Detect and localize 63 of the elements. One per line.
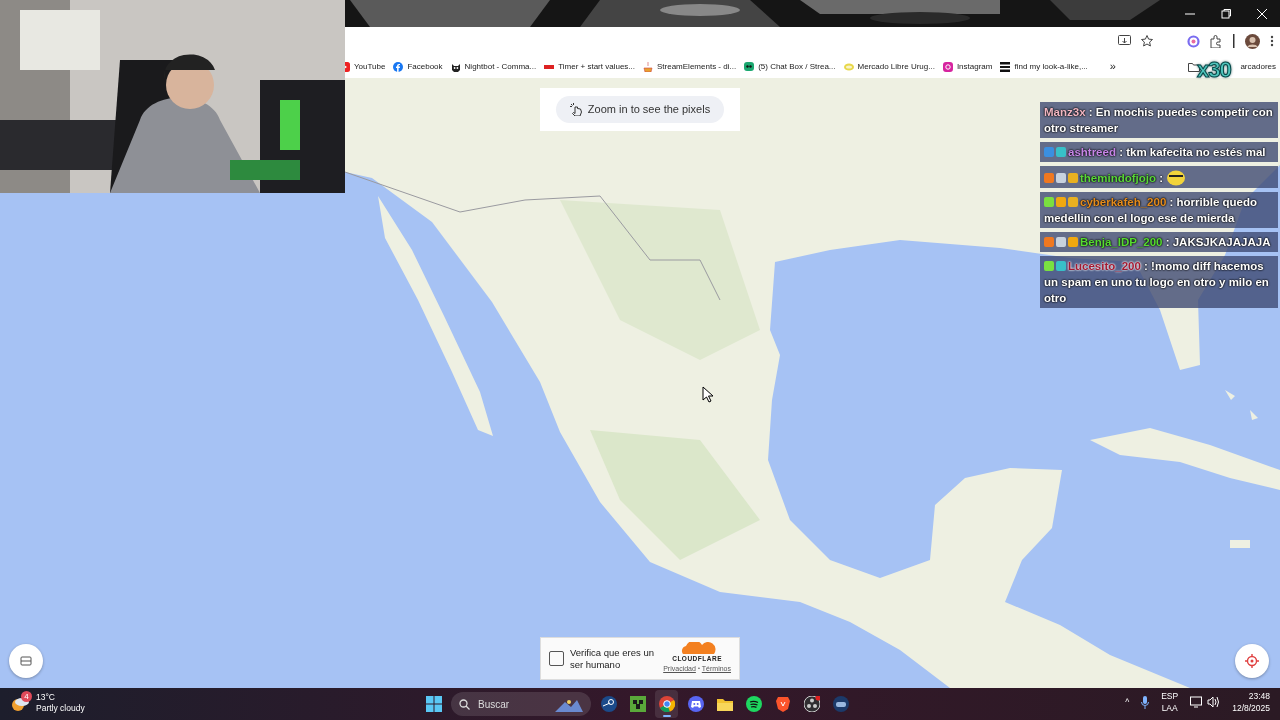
extension-icon[interactable]: [1187, 34, 1200, 48]
search-icon: [459, 698, 470, 710]
crosshair-icon: [1245, 654, 1259, 668]
puzzle-icon[interactable]: [1210, 34, 1223, 48]
bookmark-link[interactable]: YouTube: [354, 60, 386, 73]
captcha-label: Verifica que eres un ser humano: [570, 646, 655, 671]
close-icon[interactable]: [1257, 8, 1267, 19]
bookmark-link[interactable]: Facebook: [407, 60, 443, 73]
bookmark-link[interactable]: find my look-a-like,...: [1014, 60, 1088, 73]
microphone-icon[interactable]: [1141, 695, 1150, 709]
checkbox[interactable]: [549, 651, 564, 666]
avatar-icon[interactable]: [1245, 33, 1260, 49]
chrome-icon: [658, 696, 675, 712]
bookmark-link[interactable]: Nightbot - Comma...: [464, 60, 537, 73]
temperature: 13°C: [36, 692, 56, 703]
facebook-icon: [393, 61, 404, 72]
show-hidden-icons-button[interactable]: ^: [1125, 695, 1130, 709]
notification-badge: 4: [21, 691, 32, 702]
chat-message: cyberkafeh_200 : horrible quedo medellin con el logo ese de mierda: [1040, 192, 1278, 228]
instagram-icon: [942, 61, 953, 72]
weather-condition: Partly cloudy: [36, 703, 85, 714]
folder-icon: [716, 696, 733, 712]
lion-shield-icon: [774, 696, 791, 712]
discord-icon: [687, 696, 704, 712]
star-icon[interactable]: [1141, 35, 1153, 47]
bookmark-folder[interactable]: arcadores: [1240, 60, 1276, 73]
bookmark-link[interactable]: Instagram: [956, 60, 993, 73]
layers-icon: [20, 655, 32, 667]
taskbar-app[interactable]: [655, 690, 678, 718]
chat-message: Benja_IDP_200 : JAKSJKAJAJAJA: [1040, 232, 1278, 252]
steam-icon: [600, 696, 617, 712]
clock-time[interactable]: 23:48: [1232, 690, 1270, 702]
record-icon: [803, 696, 820, 712]
block-icon: [629, 696, 646, 712]
install-icon[interactable]: [1118, 35, 1131, 47]
windows-icon: [425, 696, 442, 712]
landscape-icon: [555, 697, 583, 712]
cursor-icon: [702, 386, 714, 403]
bookmark-link[interactable]: Timer + start values...: [558, 60, 635, 73]
menu-icon[interactable]: [1270, 35, 1274, 47]
bars-icon: [1000, 61, 1011, 72]
vr-icon: [832, 696, 849, 712]
separator-icon: [1233, 34, 1235, 48]
spotify-icon: [745, 696, 762, 712]
bot-icon: [450, 61, 461, 72]
chat-message: ashtreed : tkm kafecita no estés mal: [1040, 142, 1278, 162]
network-volume-icon[interactable]: [1190, 696, 1221, 708]
restore-icon[interactable]: [1221, 8, 1231, 19]
bookmark-link[interactable]: Mercado Libre Urug...: [857, 60, 935, 73]
chat-message: Manz3x : En mochis puedes competir con otro streamer: [1040, 102, 1278, 138]
multiplier-text: x30: [1197, 58, 1231, 82]
bookmark-link[interactable]: (5) Chat Box / Strea...: [758, 60, 836, 73]
more-bookmarks-button[interactable]: »: [1109, 58, 1116, 75]
search-field[interactable]: Buscar: [451, 692, 591, 716]
zoom-hint-button[interactable]: Zoom in to see the pixels: [555, 96, 725, 123]
chat-message: Lucesito_200 : !momo diff hacemos un spam en uno tu logo en otro y milo en otro: [1040, 256, 1278, 308]
clock-date[interactable]: 12/8/2025: [1232, 702, 1270, 714]
keyboard-layout[interactable]: LAA: [1161, 702, 1179, 714]
language-code[interactable]: ESP: [1161, 690, 1179, 702]
bookmark-link[interactable]: StreamElements - di...: [657, 60, 737, 73]
chat-icon: [744, 61, 755, 72]
hand-icon: [569, 103, 583, 116]
chat-message: themindofjojo :: [1040, 166, 1278, 188]
